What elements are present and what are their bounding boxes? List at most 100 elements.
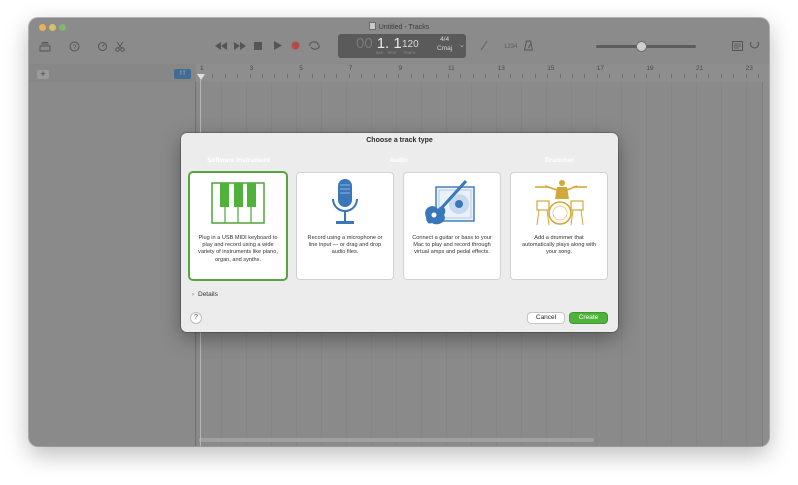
guitar-icon bbox=[425, 179, 475, 225]
ruler-tick bbox=[348, 74, 350, 78]
cancel-button[interactable]: Cancel bbox=[528, 313, 564, 323]
master-volume-slider[interactable] bbox=[596, 45, 696, 48]
lcd-tempo-label: TEMPO bbox=[403, 51, 416, 55]
lcd-beat-label: BEAT bbox=[388, 51, 397, 55]
card-drummer[interactable]: Add a drummer that automatically plays a… bbox=[511, 173, 607, 279]
card-description: Plug in a USB MIDI keyboard to play and … bbox=[198, 235, 278, 263]
notepad-icon[interactable] bbox=[732, 41, 743, 54]
scissors-icon[interactable] bbox=[115, 41, 125, 55]
lcd-display[interactable]: 00 1. 1 BAR BEAT 120 TEMPO 4/4 Cmaj ⌄ bbox=[338, 34, 466, 58]
ruler-tick bbox=[584, 74, 586, 78]
ruler-tick bbox=[224, 74, 226, 78]
ruler-tick bbox=[658, 74, 660, 78]
ruler-tick bbox=[274, 74, 276, 78]
ruler-tick bbox=[386, 74, 387, 78]
card-audio-guitar[interactable]: Connect a guitar or bass to your Mac to … bbox=[404, 173, 500, 279]
ruler-tick bbox=[745, 74, 747, 78]
record-icon[interactable] bbox=[291, 41, 300, 53]
dialog-title: Choose a track type bbox=[366, 137, 433, 144]
lcd-bar: 1. 1 bbox=[376, 35, 402, 52]
ruler-tick bbox=[237, 74, 239, 78]
ruler-tick bbox=[758, 74, 759, 78]
ruler-tick bbox=[373, 74, 375, 78]
chevron-right-icon: › bbox=[192, 292, 194, 298]
ruler-tick bbox=[646, 74, 648, 78]
choose-track-type-dialog: Choose a track type Software Instrument … bbox=[181, 133, 618, 332]
ruler-tick bbox=[497, 74, 499, 78]
ruler-tick bbox=[286, 74, 288, 78]
ruler-tick bbox=[547, 74, 549, 78]
ruler-tick bbox=[460, 74, 462, 78]
ruler[interactable]: 1 3 5 7 9 11 13 15 17 19 21 23 bbox=[196, 64, 769, 83]
smart-controls-icon[interactable] bbox=[97, 41, 108, 55]
card-description: Add a drummer that automatically plays a… bbox=[522, 235, 596, 256]
category-drummer: Drummer bbox=[545, 157, 574, 164]
ruler-number: 19 bbox=[646, 65, 654, 72]
ruler-tick bbox=[212, 74, 214, 78]
ruler-tick bbox=[299, 74, 301, 78]
master-volume-knob[interactable] bbox=[637, 42, 646, 51]
stop-icon[interactable] bbox=[254, 42, 262, 53]
help-icon[interactable]: ? bbox=[69, 41, 80, 55]
card-description: Connect a guitar or bass to your Mac to … bbox=[412, 235, 492, 256]
lcd-time-signature: 4/4 bbox=[440, 36, 450, 43]
window-title: Untitled - Tracks bbox=[29, 22, 769, 31]
ruler-tick bbox=[361, 74, 363, 78]
loop-browser-icon[interactable] bbox=[749, 41, 760, 54]
card-audio-microphone[interactable]: Record using a microphone or line input … bbox=[297, 173, 393, 279]
details-label: Details bbox=[198, 291, 218, 298]
ruler-tick bbox=[485, 74, 487, 78]
rewind-icon[interactable] bbox=[215, 42, 227, 53]
cycle-icon[interactable] bbox=[309, 41, 320, 53]
ruler-number: 13 bbox=[497, 65, 505, 72]
create-button[interactable]: Create bbox=[570, 313, 607, 323]
add-track-button[interactable]: + bbox=[37, 70, 49, 79]
tuner-icon[interactable] bbox=[479, 40, 489, 54]
category-software-instrument: Software Instrument bbox=[207, 157, 270, 164]
playhead-handle[interactable] bbox=[197, 74, 205, 80]
ruler-tick bbox=[621, 74, 623, 78]
help-button[interactable]: ? bbox=[191, 313, 201, 323]
ruler-tick bbox=[324, 74, 325, 78]
lcd-key: Cmaj bbox=[437, 45, 453, 52]
ruler-tick bbox=[336, 74, 338, 78]
svg-text:?: ? bbox=[73, 44, 77, 51]
ruler-number: 21 bbox=[696, 65, 704, 72]
ruler-tick bbox=[249, 74, 251, 78]
ruler-tick bbox=[472, 74, 474, 78]
library-icon[interactable] bbox=[39, 42, 51, 55]
ruler-tick bbox=[596, 74, 598, 78]
ruler-number: 23 bbox=[745, 65, 753, 72]
smart-tempo-icon[interactable]: ⊺⊺ bbox=[174, 69, 191, 79]
ruler-tick bbox=[559, 74, 561, 78]
ruler-number: 3 bbox=[249, 65, 254, 72]
ruler-tick bbox=[510, 74, 511, 78]
ruler-tick bbox=[720, 74, 722, 78]
ruler-tick bbox=[572, 74, 573, 78]
count-in-icon[interactable]: 1234 bbox=[504, 42, 517, 52]
lcd-tempo: 120 bbox=[402, 39, 419, 50]
ruler-tick bbox=[423, 74, 425, 78]
ruler-tick bbox=[696, 74, 697, 78]
keyboard-icon bbox=[211, 182, 265, 224]
microphone-icon bbox=[332, 179, 358, 224]
document-icon bbox=[368, 22, 376, 30]
drummer-icon bbox=[535, 180, 587, 226]
ruler-number: 15 bbox=[547, 65, 555, 72]
metronome-icon[interactable] bbox=[523, 40, 534, 54]
ruler-tick bbox=[671, 74, 673, 78]
ruler-tick bbox=[262, 74, 263, 78]
card-software-instrument[interactable]: Plug in a USB MIDI keyboard to play and … bbox=[190, 173, 286, 279]
fast-forward-icon[interactable] bbox=[234, 42, 246, 53]
ruler-tick bbox=[311, 74, 313, 78]
ruler-number: 9 bbox=[398, 65, 403, 72]
lcd-chevron-icon[interactable]: ⌄ bbox=[459, 41, 465, 49]
play-icon[interactable] bbox=[274, 41, 282, 53]
lcd-signature: 4/4 Cmaj bbox=[437, 35, 452, 53]
ruler-tick bbox=[708, 74, 710, 78]
horizontal-scrollbar[interactable] bbox=[199, 438, 594, 442]
ruler-number: 17 bbox=[596, 65, 605, 72]
vertical-scrollbar[interactable] bbox=[762, 82, 769, 446]
ruler-tick bbox=[435, 74, 437, 78]
details-disclosure[interactable]: › Details bbox=[192, 291, 218, 298]
